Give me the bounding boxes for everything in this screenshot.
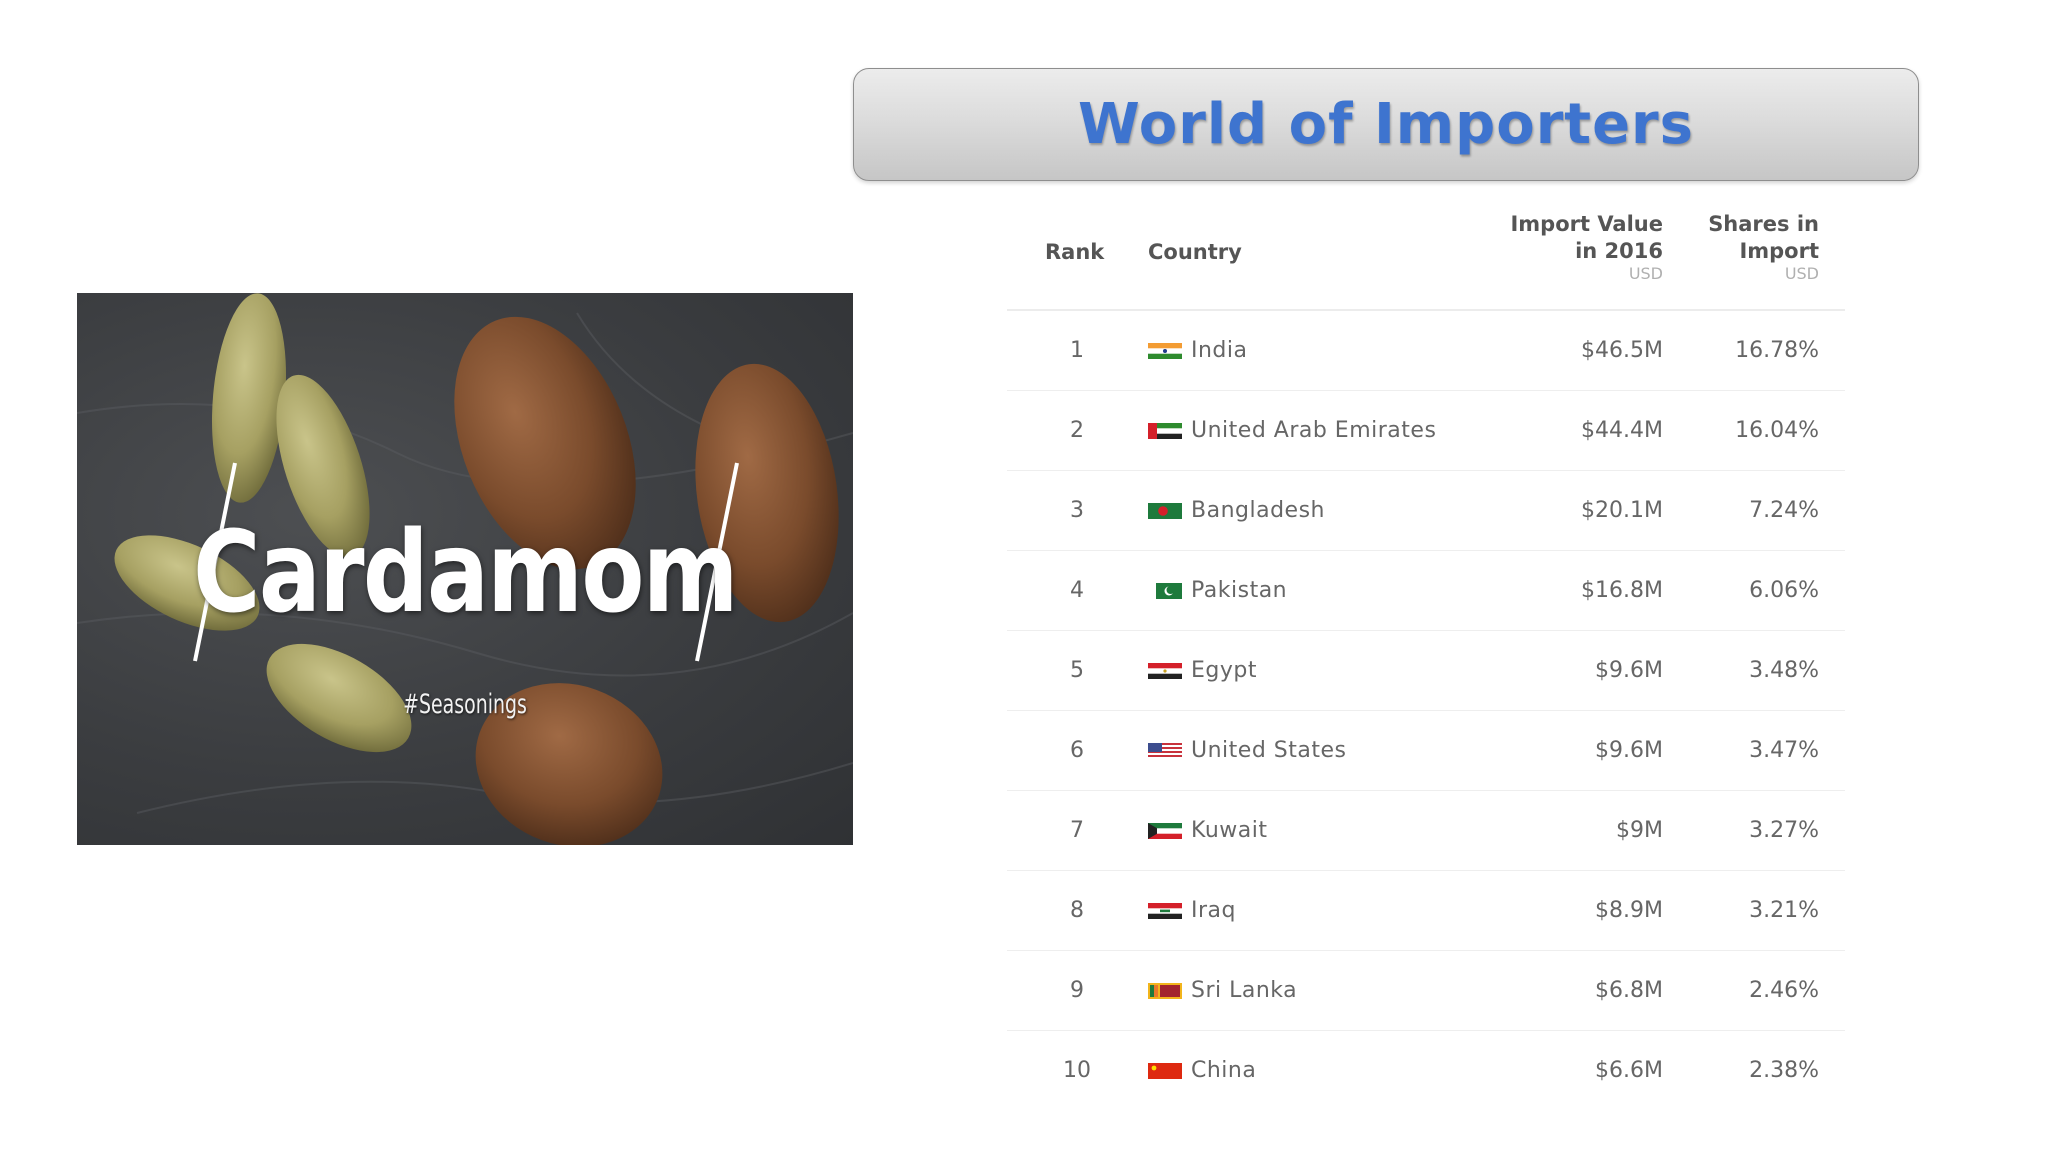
rank-cell: 10: [1063, 1058, 1091, 1083]
import-value-cell: $6.8M: [1595, 978, 1663, 1003]
india-flag-icon: [1148, 343, 1182, 359]
import-value-cell: $9M: [1616, 818, 1663, 843]
usa-flag-icon: [1148, 743, 1182, 759]
share-unit: USD: [1784, 264, 1819, 283]
rank-cell: 7: [1070, 818, 1084, 843]
uae-flag-icon: [1148, 423, 1182, 439]
rank-cell: 4: [1070, 578, 1084, 603]
title-banner: World of Importers: [853, 68, 1919, 181]
importers-table: Rank Country Import Value in 2016 USD Sh…: [1007, 205, 1845, 1110]
share-cell: 6.06%: [1749, 578, 1819, 603]
table-row: 2 United Arab Emirates $44.4M 16.04%: [1007, 391, 1845, 471]
share-header-line1: Shares in: [1708, 212, 1819, 236]
kuwait-flag-icon: [1148, 823, 1182, 839]
share-cell: 3.47%: [1749, 738, 1819, 763]
import-value-header: Import Value in 2016 USD: [1510, 211, 1663, 283]
country-cell: China: [1191, 1058, 1257, 1083]
table-row: 10 China $6.6M 2.38%: [1007, 1031, 1845, 1110]
country-cell: Iraq: [1191, 898, 1236, 923]
egypt-flag-icon: [1148, 663, 1182, 679]
cardamom-photo: Cardamom #Seasonings: [77, 293, 853, 845]
share-cell: 2.46%: [1749, 978, 1819, 1003]
share-cell: 7.24%: [1749, 498, 1819, 523]
country-cell: India: [1191, 338, 1248, 363]
share-cell: 3.27%: [1749, 818, 1819, 843]
china-flag-icon: [1148, 1063, 1182, 1079]
import-value-header-line2: in 2016: [1575, 239, 1663, 263]
rank-cell: 9: [1070, 978, 1084, 1003]
import-value-header-line1: Import Value: [1510, 212, 1663, 236]
iraq-flag-icon: [1148, 903, 1182, 919]
table-row: 8 Iraq $8.9M 3.21%: [1007, 871, 1845, 951]
share-cell: 3.21%: [1749, 898, 1819, 923]
country-cell: Pakistan: [1191, 578, 1288, 603]
rank-cell: 3: [1070, 498, 1084, 523]
table-row: 9 Sri Lanka $6.8M 2.46%: [1007, 951, 1845, 1031]
table-body: 1 India $46.5M 16.78% 2 United Arab Emirates $…: [1007, 311, 1845, 1110]
country-cell: Sri Lanka: [1191, 978, 1298, 1003]
pakistan-flag-icon: [1148, 583, 1182, 599]
rank-cell: 6: [1070, 738, 1084, 763]
rank-cell: 8: [1070, 898, 1084, 923]
import-value-cell: $16.8M: [1581, 578, 1663, 603]
image-hashtag: #Seasonings: [403, 689, 527, 720]
table-row: 5 Egypt $9.6M 3.48%: [1007, 631, 1845, 711]
country-cell: Egypt: [1191, 658, 1257, 683]
share-header: Shares in Import USD: [1708, 211, 1819, 283]
rank-cell: 1: [1070, 338, 1084, 363]
table-row: 6 United States $9.6M 3.47%: [1007, 711, 1845, 791]
import-value-cell: $9.6M: [1595, 658, 1663, 683]
table-header: Rank Country Import Value in 2016 USD Sh…: [1007, 205, 1845, 311]
import-value-cell: $6.6M: [1595, 1058, 1663, 1083]
image-title: Cardamom: [193, 508, 738, 638]
bangladesh-flag-icon: [1148, 503, 1182, 519]
import-value-cell: $9.6M: [1595, 738, 1663, 763]
slide-title: World of Importers: [1077, 92, 1695, 157]
rank-header: Rank: [1045, 240, 1105, 264]
sri-lanka-flag-icon: [1148, 983, 1182, 999]
share-cell: 16.78%: [1735, 338, 1819, 363]
import-value-cell: $20.1M: [1581, 498, 1663, 523]
country-cell: Bangladesh: [1191, 498, 1325, 523]
rank-cell: 5: [1070, 658, 1084, 683]
country-cell: United Arab Emirates: [1191, 418, 1437, 443]
import-value-unit: USD: [1628, 264, 1663, 283]
import-value-cell: $8.9M: [1595, 898, 1663, 923]
rank-cell: 2: [1070, 418, 1084, 443]
share-cell: 2.38%: [1749, 1058, 1819, 1083]
country-cell: United States: [1191, 738, 1347, 763]
share-cell: 16.04%: [1735, 418, 1819, 443]
share-header-line2: Import: [1739, 239, 1819, 263]
import-value-cell: $44.4M: [1581, 418, 1663, 443]
import-value-cell: $46.5M: [1581, 338, 1663, 363]
table-row: 1 India $46.5M 16.78%: [1007, 311, 1845, 391]
table-row: 7 Kuwait $9M 3.27%: [1007, 791, 1845, 871]
slide: World of Importers Cardamom #Seasonings …: [0, 0, 2048, 1152]
table-row: 3 Bangladesh $20.1M 7.24%: [1007, 471, 1845, 551]
country-header: Country: [1148, 240, 1242, 264]
table-row: 4 Pakistan $16.8M 6.06%: [1007, 551, 1845, 631]
share-cell: 3.48%: [1749, 658, 1819, 683]
country-cell: Kuwait: [1191, 818, 1268, 843]
